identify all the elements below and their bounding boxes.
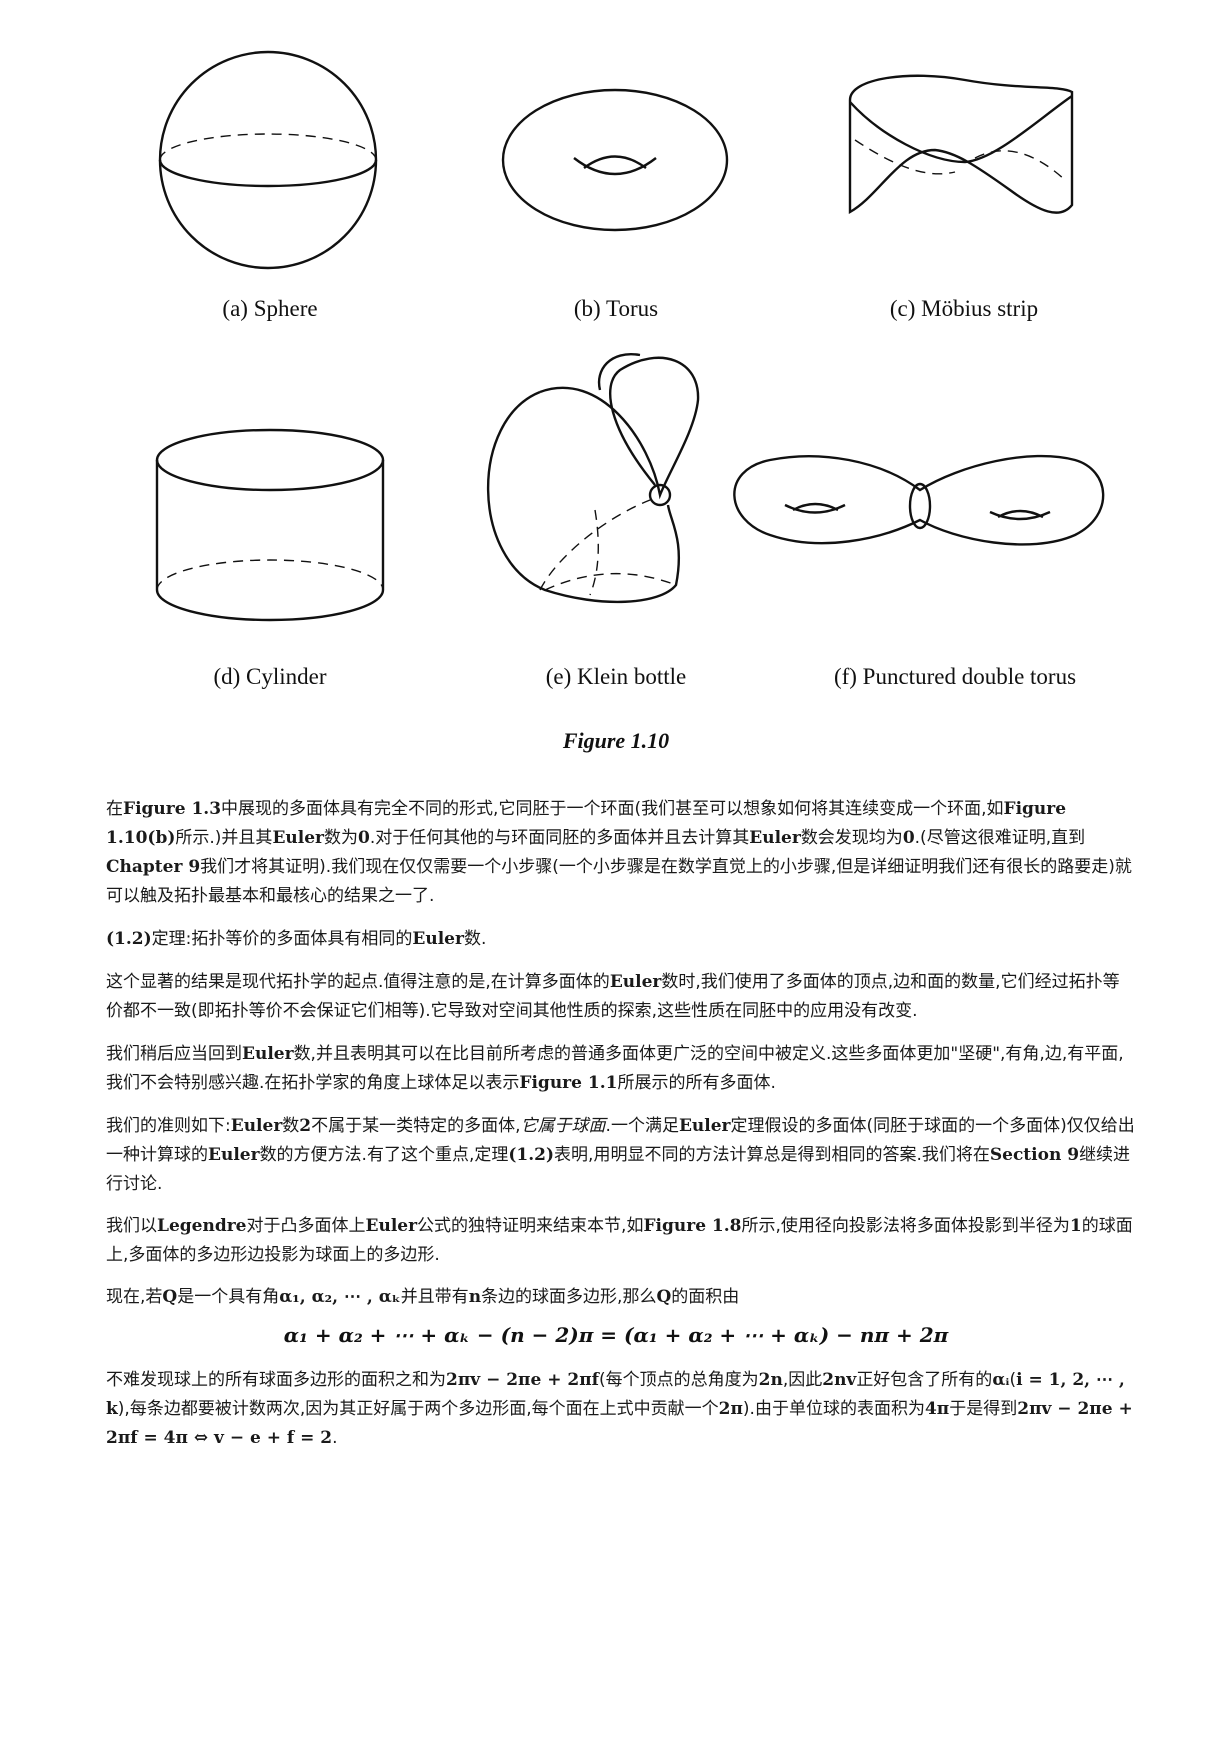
p6-d: Euler bbox=[365, 1216, 418, 1236]
p1-b: Figure 1.3 bbox=[123, 799, 222, 819]
p5-e: 不属于某一类特定的多面体, bbox=[311, 1116, 521, 1136]
paragraph-theorem: (1.2)定理:拓扑等价的多面体具有相同的Euler数. bbox=[106, 925, 1136, 954]
p6-h: 1 bbox=[1069, 1216, 1082, 1236]
p1-i: .对于任何其他的与环面同胚的多面体并且去计算其 bbox=[369, 828, 750, 848]
p6-g: 所示,使用径向投影法将多面体投影到半径为 bbox=[741, 1216, 1070, 1236]
caption-punctured-double-torus: (f) Punctured double torus bbox=[833, 664, 1077, 689]
p8-n: 4π bbox=[924, 1399, 950, 1419]
caption-mobius-strip: (c) Möbius strip bbox=[889, 296, 1039, 321]
p1-h: 0 bbox=[358, 828, 370, 848]
p4-d: Figure 1.1 bbox=[519, 1073, 618, 1093]
p5-b: Euler bbox=[230, 1116, 283, 1136]
p2-a: (1.2) bbox=[106, 929, 152, 949]
p6-e: 公式的独特证明来结束本节,如 bbox=[417, 1216, 644, 1236]
paragraph-1: 在Figure 1.3中展现的多面体具有完全不同的形式,它同胚于一个环面(我们甚… bbox=[106, 795, 1136, 911]
p5-n: Section 9 bbox=[989, 1145, 1080, 1165]
p2-d: 数. bbox=[463, 929, 487, 949]
p1-c: 中展现的多面体具有完全不同的形式,它同胚于一个环面(我们甚至可以想象如何将其连续… bbox=[221, 799, 1004, 819]
p1-f: Euler bbox=[272, 828, 324, 848]
p8-g: 正好包含了所有的 bbox=[856, 1370, 993, 1390]
p5-h: Euler bbox=[678, 1116, 731, 1136]
p8-c: (每个顶点的总角度为 bbox=[598, 1370, 759, 1390]
p5-l: (1.2) bbox=[508, 1145, 555, 1165]
p8-a: 不难发现球上的所有球面多边形的面积之和为 bbox=[106, 1370, 446, 1390]
p1-l: 0 bbox=[902, 828, 915, 848]
p7-a: 现在,若 bbox=[106, 1287, 163, 1307]
p7-i: 的面积由 bbox=[671, 1287, 740, 1307]
p8-m: ).由于单位球的表面积为 bbox=[742, 1399, 925, 1419]
p8-l: 2π bbox=[718, 1399, 743, 1419]
p7-c: 是一个具有角 bbox=[177, 1287, 280, 1307]
p8-b: 2πv − 2πe + 2πf bbox=[446, 1370, 599, 1390]
p8-q: . bbox=[332, 1428, 338, 1448]
p1-o: 我们才将其证明).我们现在仅仅需要一个小步骤(一个小步骤是在数学直觉上的小步骤,… bbox=[106, 857, 1132, 906]
paragraph-8: 不难发现球上的所有球面多边形的面积之和为2πv − 2πe + 2πf(每个顶点… bbox=[106, 1366, 1136, 1453]
caption-klein-bottle: (e) Klein bottle bbox=[545, 664, 687, 689]
caption-cylinder: (d) Cylinder bbox=[213, 664, 327, 689]
p3-a: 这个显著的结果是现代拓扑学的起点.值得注意的是,在计算多面体的 bbox=[106, 972, 610, 992]
p6-c: 对于凸多面体上 bbox=[246, 1216, 366, 1236]
p1-n: Chapter 9 bbox=[106, 857, 201, 877]
p7-g: 条边的球面多边形,那么 bbox=[481, 1287, 657, 1307]
p1-a: 在 bbox=[106, 799, 123, 819]
p1-m: .(尽管这很难证明,直到 bbox=[914, 828, 1086, 848]
p5-d: 2 bbox=[299, 1116, 312, 1136]
p6-b: Legendre bbox=[157, 1216, 247, 1236]
caption-sphere: (a) Sphere bbox=[222, 296, 318, 321]
p8-k: ),每条边都要被计数两次,因为其正好属于两个多边形面,每个面在上式中贡献一个 bbox=[117, 1399, 719, 1419]
p8-e: ,因此 bbox=[782, 1370, 823, 1390]
p5-f: 它属于球面 bbox=[520, 1116, 606, 1136]
p7-b: Q bbox=[162, 1287, 178, 1307]
p5-j: Euler bbox=[208, 1145, 260, 1165]
figure-title: Figure 1.10 bbox=[562, 728, 670, 753]
p4-b: Euler bbox=[242, 1044, 294, 1064]
p8-f: 2nv bbox=[822, 1370, 857, 1390]
p7-h: Q bbox=[656, 1287, 672, 1307]
paragraph-5: 我们的准则如下:Euler数2不属于某一类特定的多面体,它属于球面.一个满足Eu… bbox=[106, 1112, 1136, 1199]
p2-b: 定理:拓扑等价的多面体具有相同的 bbox=[151, 929, 413, 949]
p6-f: Figure 1.8 bbox=[643, 1216, 742, 1236]
p1-j: Euler bbox=[749, 828, 801, 848]
p5-m: 表明,用明显不同的方法计算总是得到相同的答案.我们将在 bbox=[554, 1145, 990, 1165]
p1-g: 数为 bbox=[324, 828, 358, 848]
p2-c: Euler bbox=[412, 929, 464, 949]
p5-c: 数 bbox=[282, 1116, 300, 1136]
area-equation: α₁ + α₂ + ⋯ + αₖ − (n − 2)π = (α₁ + α₂ +… bbox=[283, 1323, 949, 1347]
p7-e: 并且带有 bbox=[400, 1287, 469, 1307]
p8-h: αᵢ bbox=[992, 1370, 1010, 1390]
paragraph-4: 我们稍后应当回到Euler数,并且表明其可以在比目前所考虑的普通多面体更广泛的空… bbox=[106, 1040, 1136, 1098]
p4-e: 所展示的所有多面体. bbox=[617, 1073, 776, 1093]
p4-a: 我们稍后应当回到 bbox=[106, 1044, 242, 1064]
punctured-double-torus-illustration bbox=[733, 454, 1105, 546]
paragraph-6: 我们以Legendre对于凸多面体上Euler公式的独特证明来结束本节,如Fig… bbox=[106, 1212, 1136, 1270]
figure-1-10: (a) Sphere (b) Torus (c) Möbius strip (d… bbox=[0, 0, 1232, 760]
p5-a: 我们的准则如下: bbox=[106, 1116, 231, 1136]
p8-d: 2n bbox=[758, 1370, 783, 1390]
p1-k: 数会发现均为 bbox=[800, 828, 903, 848]
p7-d: α₁, α₂, ⋯ , αₖ bbox=[279, 1287, 401, 1307]
p1-e: 所示.)并且其 bbox=[175, 828, 273, 848]
p5-k: 数的方便方法.有了这个重点,定理 bbox=[259, 1145, 509, 1165]
p6-a: 我们以 bbox=[106, 1216, 157, 1236]
paragraph-7: 现在,若Q是一个具有角α₁, α₂, ⋯ , αₖ并且带有n条边的球面多边形,那… bbox=[106, 1283, 1136, 1312]
p5-g: .一个满足 bbox=[605, 1116, 679, 1136]
paragraph-3: 这个显著的结果是现代拓扑学的起点.值得注意的是,在计算多面体的Euler数时,我… bbox=[106, 968, 1136, 1026]
p8-o: 于是得到 bbox=[949, 1399, 1018, 1419]
p7-f: n bbox=[468, 1287, 482, 1307]
caption-torus: (b) Torus bbox=[573, 296, 659, 321]
p3-b: Euler bbox=[609, 972, 662, 992]
